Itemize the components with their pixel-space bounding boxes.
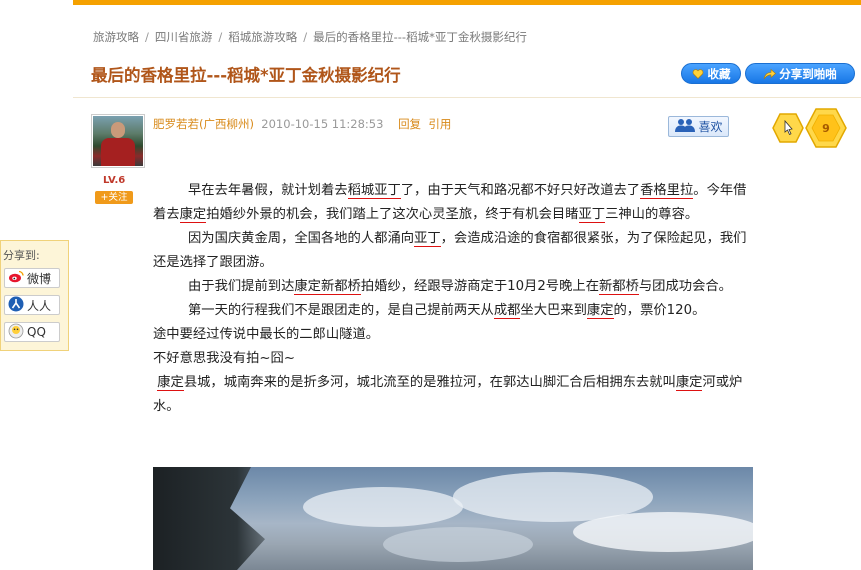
avatar[interactable] (91, 114, 145, 168)
breadcrumb-separator: / (218, 30, 223, 44)
people-icon (674, 118, 696, 135)
share-sidebar: 分享到: 微博 人人 QQ (0, 240, 69, 351)
keyword-link[interactable]: 康定 (586, 303, 614, 319)
renren-icon (8, 296, 24, 315)
reply-link[interactable]: 回复 (398, 117, 421, 131)
share-qq-button[interactable]: QQ (4, 322, 60, 342)
honeycomb-count-badge[interactable]: 9 (805, 107, 847, 153)
qq-icon (8, 323, 24, 342)
paragraph-2: 因为国庆黄金周，全国各地的人都涌向亚丁，会造成沿途的食宿都很紧张，为了保险起见，… (153, 231, 747, 270)
share-arrow-icon (763, 68, 777, 80)
keyword-link[interactable]: 稻城亚丁 (347, 183, 401, 199)
keyword-link[interactable]: 康定新都桥 (294, 279, 361, 295)
quote-link[interactable]: 引用 (428, 117, 451, 131)
keyword-link[interactable]: 康定 (157, 375, 184, 391)
keyword-link[interactable]: 亚丁 (578, 207, 606, 223)
paragraph-6: 不好意思我没有拍~囧~ (153, 351, 295, 366)
keyword-link[interactable]: 康定 (179, 207, 207, 223)
follow-button[interactable]: +关注 (95, 191, 133, 204)
keyword-link[interactable]: 亚丁 (414, 231, 441, 247)
breadcrumb: 旅游攻略 / 四川省旅游 / 稻城旅游攻略 / 最后的香格里拉---稻城*亚丁金秋摄影纪行 (93, 29, 527, 45)
share-weibo-button[interactable]: 微博 (4, 268, 60, 288)
like-button[interactable]: 喜欢 (668, 116, 729, 137)
keyword-link[interactable]: 成都 (493, 303, 521, 319)
post-photo[interactable] (153, 467, 753, 570)
paragraph-4: 第一天的行程我们不是跟团走的，是自己提前两天从成都坐大巴来到康定的，票价120。 (188, 303, 706, 319)
paragraph-5: 途中要经过传说中最长的二郎山隧道。 (153, 327, 380, 342)
favorite-button[interactable]: 收藏 (681, 63, 741, 84)
like-label: 喜欢 (698, 120, 723, 134)
honey-count: 9 (822, 122, 830, 135)
breadcrumb-item-sichuan[interactable]: 四川省旅游 (155, 30, 213, 44)
post-divider (73, 97, 861, 98)
favorite-label: 收藏 (707, 66, 731, 81)
breadcrumb-item-daocheng[interactable]: 稻城旅游攻略 (228, 30, 297, 44)
share-renren-label: 人人 (27, 298, 52, 313)
top-accent-bar (73, 0, 861, 5)
honeycomb-cursor-icon[interactable] (772, 112, 804, 148)
post-body: 早在去年暑假，就计划着去稻城亚丁了，由于天气和路况都不好只好改道去了香格里拉。今… (153, 179, 758, 419)
paragraph-1: 早在去年暑假，就计划着去稻城亚丁了，由于天气和路况都不好只好改道去了香格里拉。今… (153, 183, 747, 223)
breadcrumb-separator: / (303, 30, 308, 44)
share-sidebar-title: 分享到: (3, 249, 40, 262)
share-qq-label: QQ (27, 325, 46, 339)
post-meta: 肥罗若若(广西柳州) 2010-10-15 11:28:53 回复 引用 (153, 116, 451, 132)
heart-icon (692, 68, 704, 80)
share-button[interactable]: 分享到啪啪 (745, 63, 855, 84)
keyword-link[interactable]: 康定 (675, 375, 703, 391)
follow-label: 关注 (108, 192, 128, 203)
keyword-link[interactable]: 香格里拉 (640, 183, 694, 199)
breadcrumb-item-current[interactable]: 最后的香格里拉---稻城*亚丁金秋摄影纪行 (313, 30, 527, 44)
author-name[interactable]: 肥罗若若(广西柳州) (153, 117, 254, 131)
share-renren-button[interactable]: 人人 (4, 295, 60, 315)
share-label: 分享到啪啪 (779, 66, 837, 81)
keyword-link[interactable]: 新都桥 (599, 279, 639, 295)
weibo-icon (8, 270, 24, 286)
page-title: 最后的香格里拉---稻城*亚丁金秋摄影纪行 (91, 66, 401, 85)
share-weibo-label: 微博 (27, 271, 52, 286)
breadcrumb-separator: / (145, 30, 149, 44)
user-level: LV.6 (103, 175, 126, 186)
post-datetime: 2010-10-15 11:28:53 (261, 117, 384, 131)
paragraph-3: 由于我们提前到达康定新都桥拍婚纱，经跟导游商定于10月2号晚上在新都桥与团成功会… (188, 279, 732, 295)
paragraph-7: 康定县城，城南奔来的是折多河，城北流至的是雅拉河，在郭达山脚汇合后相拥东去就叫康… (153, 375, 743, 414)
breadcrumb-item-travel-guide[interactable]: 旅游攻略 (93, 30, 139, 44)
